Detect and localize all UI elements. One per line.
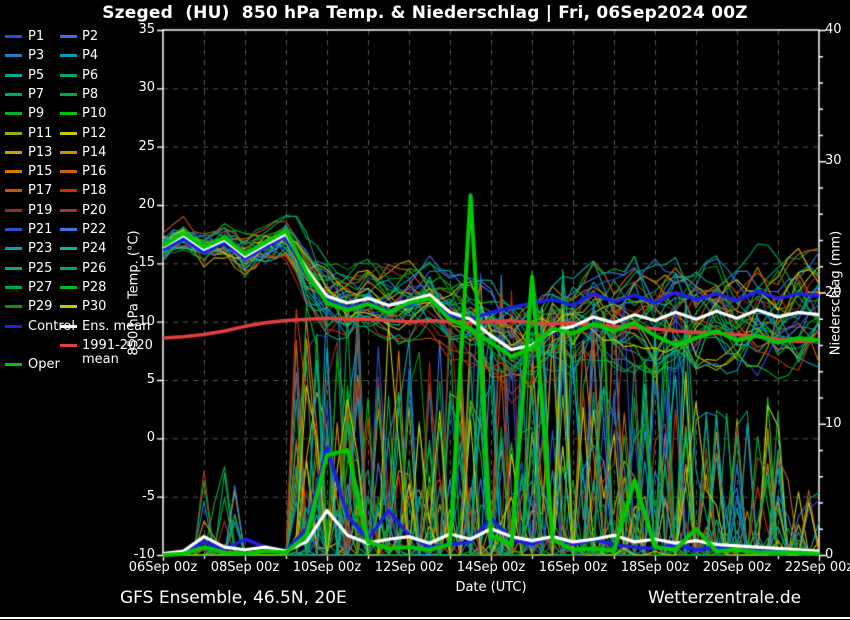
legend-label-p9: P9	[28, 107, 44, 121]
legend-swatch-p22	[60, 228, 77, 231]
legend-swatch-p26	[60, 267, 77, 270]
legend-swatch-control	[5, 325, 22, 328]
legend-label-p2: P2	[82, 30, 98, 44]
legend-label-1991-2020-mean: 1991-2020 mean	[82, 339, 153, 367]
legend-label-p20: P20	[82, 204, 106, 218]
legend-label-p15: P15	[28, 165, 52, 179]
legend-label-p27: P27	[28, 281, 52, 295]
legend-swatch-p9	[5, 112, 22, 115]
x-tick-4: 10Sep 00z	[285, 560, 369, 575]
legend-swatch-p17	[5, 189, 22, 192]
legend-label-p13: P13	[28, 146, 52, 160]
legend-swatch-p28	[60, 286, 77, 289]
y-left-tick--5: -5	[121, 489, 155, 504]
legend-swatch-p2	[60, 35, 77, 38]
model-info-label: GFS Ensemble, 46.5N, 20E	[120, 588, 347, 608]
legend-swatch-p13	[5, 151, 22, 154]
y-right-tick-10: 10	[825, 416, 842, 431]
legend-label-p28: P28	[82, 281, 106, 295]
x-tick-14: 20Sep 00z	[695, 560, 779, 575]
legend-label-p3: P3	[28, 49, 44, 63]
legend-swatch-p30	[60, 305, 77, 308]
y-right-tick-40: 40	[825, 22, 842, 37]
legend-swatch-p12	[60, 132, 77, 135]
legend-label-p6: P6	[82, 69, 98, 83]
legend-label-oper: Oper	[28, 358, 60, 372]
legend-swatch-p11	[5, 132, 22, 135]
legend-label-p29: P29	[28, 300, 52, 314]
legend-label-p10: P10	[82, 107, 106, 121]
y-left-tick-20: 20	[121, 197, 155, 212]
page-title: Szeged (HU) 850 hPa Temp. & Niederschlag…	[0, 3, 850, 23]
legend-swatch-p4	[60, 54, 77, 57]
y-right-tick-30: 30	[825, 153, 842, 168]
x-tick-12: 18Sep 00z	[613, 560, 697, 575]
legend-label-p14: P14	[82, 146, 106, 160]
weather-ensemble-page: Szeged (HU) 850 hPa Temp. & Niederschlag…	[0, 0, 850, 620]
legend-swatch-p3	[5, 54, 22, 57]
legend-swatch-p14	[60, 151, 77, 154]
legend-label-p7: P7	[28, 88, 44, 102]
legend-label-p23: P23	[28, 242, 52, 256]
legend-label-p24: P24	[82, 242, 106, 256]
legend-swatch-p21	[5, 228, 22, 231]
legend-label-p12: P12	[82, 127, 106, 141]
legend-swatch-p8	[60, 93, 77, 96]
x-tick-8: 14Sep 00z	[449, 560, 533, 575]
legend-swatch-p6	[60, 74, 77, 77]
y-left-tick-30: 30	[121, 80, 155, 95]
legend-swatch-p20	[60, 209, 77, 212]
x-tick-10: 16Sep 00z	[531, 560, 615, 575]
legend-label-p21: P21	[28, 223, 52, 237]
legend-swatch-p7	[5, 93, 22, 96]
y-axis-right-title: Niederschlag (mm)	[829, 231, 844, 356]
legend-swatch-ens-mean	[60, 325, 77, 328]
legend-label-p5: P5	[28, 69, 44, 83]
legend-swatch-p19	[5, 209, 22, 212]
legend-label-p30: P30	[82, 300, 106, 314]
legend-swatch-1991-2020-mean	[60, 344, 77, 347]
legend-swatch-p15	[5, 170, 22, 173]
legend-label-p1: P1	[28, 30, 44, 44]
legend-label-p25: P25	[28, 262, 52, 276]
legend-swatch-p18	[60, 189, 77, 192]
legend-label-p8: P8	[82, 88, 98, 102]
y-left-tick-35: 35	[121, 22, 155, 37]
legend-swatch-p1	[5, 35, 22, 38]
legend-swatch-p29	[5, 305, 22, 308]
legend-swatch-p10	[60, 112, 77, 115]
x-tick-6: 12Sep 00z	[367, 560, 451, 575]
legend-swatch-oper	[5, 363, 22, 366]
bottom-border	[0, 617, 850, 619]
x-tick-2: 08Sep 00z	[203, 560, 287, 575]
legend-swatch-p23	[5, 247, 22, 250]
brand-label: Wetterzentrale.de	[648, 588, 801, 608]
legend-label-p4: P4	[82, 49, 98, 63]
x-tick-16: 22Sep 00z	[777, 560, 850, 575]
legend-swatch-p5	[5, 74, 22, 77]
legend-swatch-p24	[60, 247, 77, 250]
legend-swatch-p25	[5, 267, 22, 270]
y-left-tick-0: 0	[121, 430, 155, 445]
y-left-tick-25: 25	[121, 139, 155, 154]
legend-label-p11: P11	[28, 127, 52, 141]
legend-swatch-p16	[60, 170, 77, 173]
legend-swatch-p27	[5, 286, 22, 289]
legend-label-p16: P16	[82, 165, 106, 179]
legend-label-p17: P17	[28, 184, 52, 198]
y-left-tick-5: 5	[121, 372, 155, 387]
x-tick-0: 06Sep 00z	[121, 560, 205, 575]
legend-label-p22: P22	[82, 223, 106, 237]
legend-label-p26: P26	[82, 262, 106, 276]
y-axis-left-title: 850 hPa Temp. (°C)	[127, 230, 142, 355]
legend-label-p19: P19	[28, 204, 52, 218]
legend-label-p18: P18	[82, 184, 106, 198]
